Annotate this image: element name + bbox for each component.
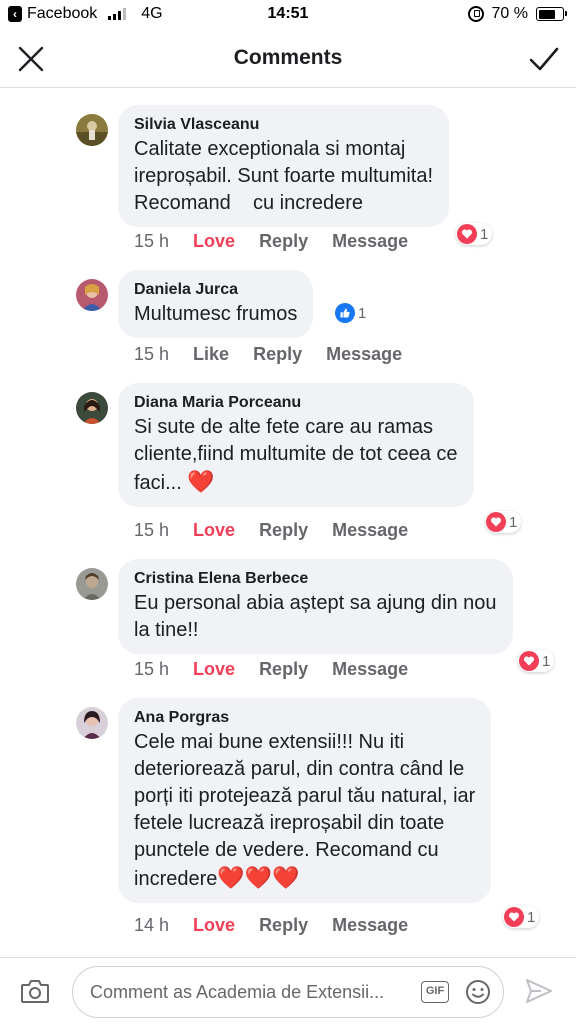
love-button[interactable]: Love [193,659,235,680]
comment-time: 14 h [134,915,170,935]
reaction-count: 1 [480,225,489,243]
reaction-count: 1 [358,304,367,322]
comments-header: Comments [0,30,576,88]
reply-button[interactable]: Reply [259,659,308,680]
status-right: 70 % [467,5,567,23]
comment-author[interactable]: Daniela Jurca [134,279,297,301]
love-reaction-icon [504,907,524,927]
heart-emoji: ❤️ [187,469,215,494]
reaction-summary[interactable]: 1 [518,650,555,672]
love-reaction-icon [486,512,506,532]
comment-input[interactable]: Comment as Academia de Extensii... GIF [72,966,504,1018]
comment-author[interactable]: Diana Maria Porceanu [134,392,458,414]
avatar[interactable] [76,707,108,739]
comment-time: 15 h [134,231,170,251]
gif-button[interactable]: GIF [421,981,449,1003]
comment-text: Calitate exceptionala si montaj ireproșa… [134,138,434,214]
message-button[interactable]: Message [326,344,402,365]
comment-time: 15 h [134,344,170,364]
message-button[interactable]: Message [332,520,408,541]
reaction-summary[interactable]: 1 [334,302,370,324]
comment-bubble[interactable]: Diana Maria Porceanu Si sute de alte fet… [118,383,474,507]
emoji-icon[interactable] [465,979,491,1005]
comments-list[interactable]: Silvia Vlasceanu Calitate exceptionala s… [0,89,576,957]
message-button[interactable]: Message [332,659,408,680]
comment-text: Eu personal abia aștept sa ajung din nou… [134,592,497,641]
reply-button[interactable]: Reply [259,915,308,936]
battery-percent: 70 % [491,5,528,22]
reply-button[interactable]: Reply [259,520,308,541]
comment-actions: 15 h Love Reply Message [134,231,408,252]
comment-actions: 15 h Love Reply Message [134,659,408,680]
checkmark-icon[interactable] [528,44,560,74]
message-button[interactable]: Message [332,231,408,252]
comment-actions: 15 h Love Reply Message [134,520,408,541]
reaction-count: 1 [509,513,518,531]
comment-author[interactable]: Silvia Vlasceanu [134,114,433,136]
love-button[interactable]: Love [193,520,235,541]
avatar[interactable] [76,114,108,146]
send-icon[interactable] [524,977,554,1005]
comment-bubble[interactable]: Daniela Jurca Multumesc frumos [118,270,314,338]
comment-bubble[interactable]: Silvia Vlasceanu Calitate exceptionala s… [118,105,450,227]
reply-button[interactable]: Reply [253,344,302,365]
comment-author[interactable]: Cristina Elena Berbece [134,568,497,590]
camera-icon[interactable] [20,978,50,1004]
comment-text: Cele mai bune extensii!!! Nu iti deterio… [134,731,476,890]
love-reaction-icon [457,224,477,244]
heart-emoji: ❤️❤️❤️ [217,865,300,890]
avatar[interactable] [76,568,108,600]
page-title: Comments [233,46,343,69]
comment-author[interactable]: Ana Porgras [134,707,475,729]
reaction-summary[interactable]: 1 [485,511,522,533]
reply-button[interactable]: Reply [259,231,308,252]
comment-input-placeholder: Comment as Academia de Extensii... [90,982,385,1002]
avatar[interactable] [76,279,108,311]
like-button[interactable]: Like [193,344,229,365]
love-button[interactable]: Love [193,231,235,252]
like-reaction-icon [335,303,355,323]
comment-composer: Comment as Academia de Extensii... GIF [0,957,576,1024]
message-button[interactable]: Message [332,915,408,936]
comment-actions: 14 h Love Reply Message [134,915,408,936]
comment-time: 15 h [134,520,170,540]
comment-bubble[interactable]: Ana Porgras Cele mai bune extensii!!! Nu… [118,698,492,903]
comment-text: Si sute de alte fete care au ramas clien… [134,416,458,494]
reaction-summary[interactable]: 1 [456,223,493,245]
love-button[interactable]: Love [193,915,235,936]
battery-icon [536,7,567,21]
avatar[interactable] [76,392,108,424]
comment-text: Multumesc frumos [134,303,298,325]
status-bar: ‹ Facebook 4G 14:51 70 % [0,0,576,30]
comment-actions: 15 h Like Reply Message [134,344,402,365]
reaction-count: 1 [527,908,536,926]
comment-time: 15 h [134,659,170,679]
comment-bubble[interactable]: Cristina Elena Berbece Eu personal abia … [118,559,513,654]
reaction-count: 1 [542,652,551,670]
rotation-lock-icon [467,6,484,22]
reaction-summary[interactable]: 1 [503,906,540,928]
love-reaction-icon [519,651,539,671]
